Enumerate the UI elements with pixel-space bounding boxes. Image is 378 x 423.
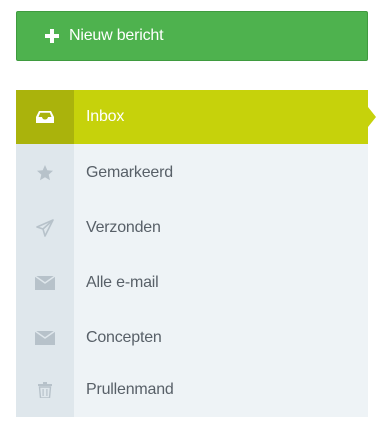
nav-item-label: Concepten: [86, 329, 162, 346]
plus-icon: [43, 27, 61, 45]
nav-item-all-mail[interactable]: Alle e-mail: [16, 256, 368, 310]
nav-item-label: Prullenmand: [86, 381, 174, 398]
nav-item-starred[interactable]: Gemarkeerd: [16, 146, 368, 200]
nav-item-label: Inbox: [86, 108, 125, 125]
envelope-icon: [16, 311, 74, 365]
mail-sidebar: Nieuw bericht Inbox Gemarkeerd Verzonden…: [0, 0, 378, 423]
nav-item-inbox[interactable]: Inbox: [16, 90, 376, 144]
nav-item-trash[interactable]: Prullenmand: [16, 363, 368, 417]
nav-item-sent[interactable]: Verzonden: [16, 201, 368, 255]
inbox-icon: [16, 90, 74, 144]
nav-item-drafts[interactable]: Concepten: [16, 311, 368, 365]
nav-item-label: Alle e-mail: [86, 274, 159, 291]
new-message-button[interactable]: Nieuw bericht: [16, 11, 368, 61]
nav-item-label: Gemarkeerd: [86, 164, 173, 181]
paper-plane-icon: [16, 201, 74, 255]
nav-item-label: Verzonden: [86, 219, 161, 236]
folder-nav: Inbox Gemarkeerd Verzonden Alle e-mail C…: [16, 90, 376, 417]
new-message-label: Nieuw bericht: [69, 27, 164, 44]
active-indicator: [368, 107, 376, 127]
star-icon: [16, 146, 74, 200]
envelope-icon: [16, 256, 74, 310]
trash-icon: [16, 363, 74, 417]
